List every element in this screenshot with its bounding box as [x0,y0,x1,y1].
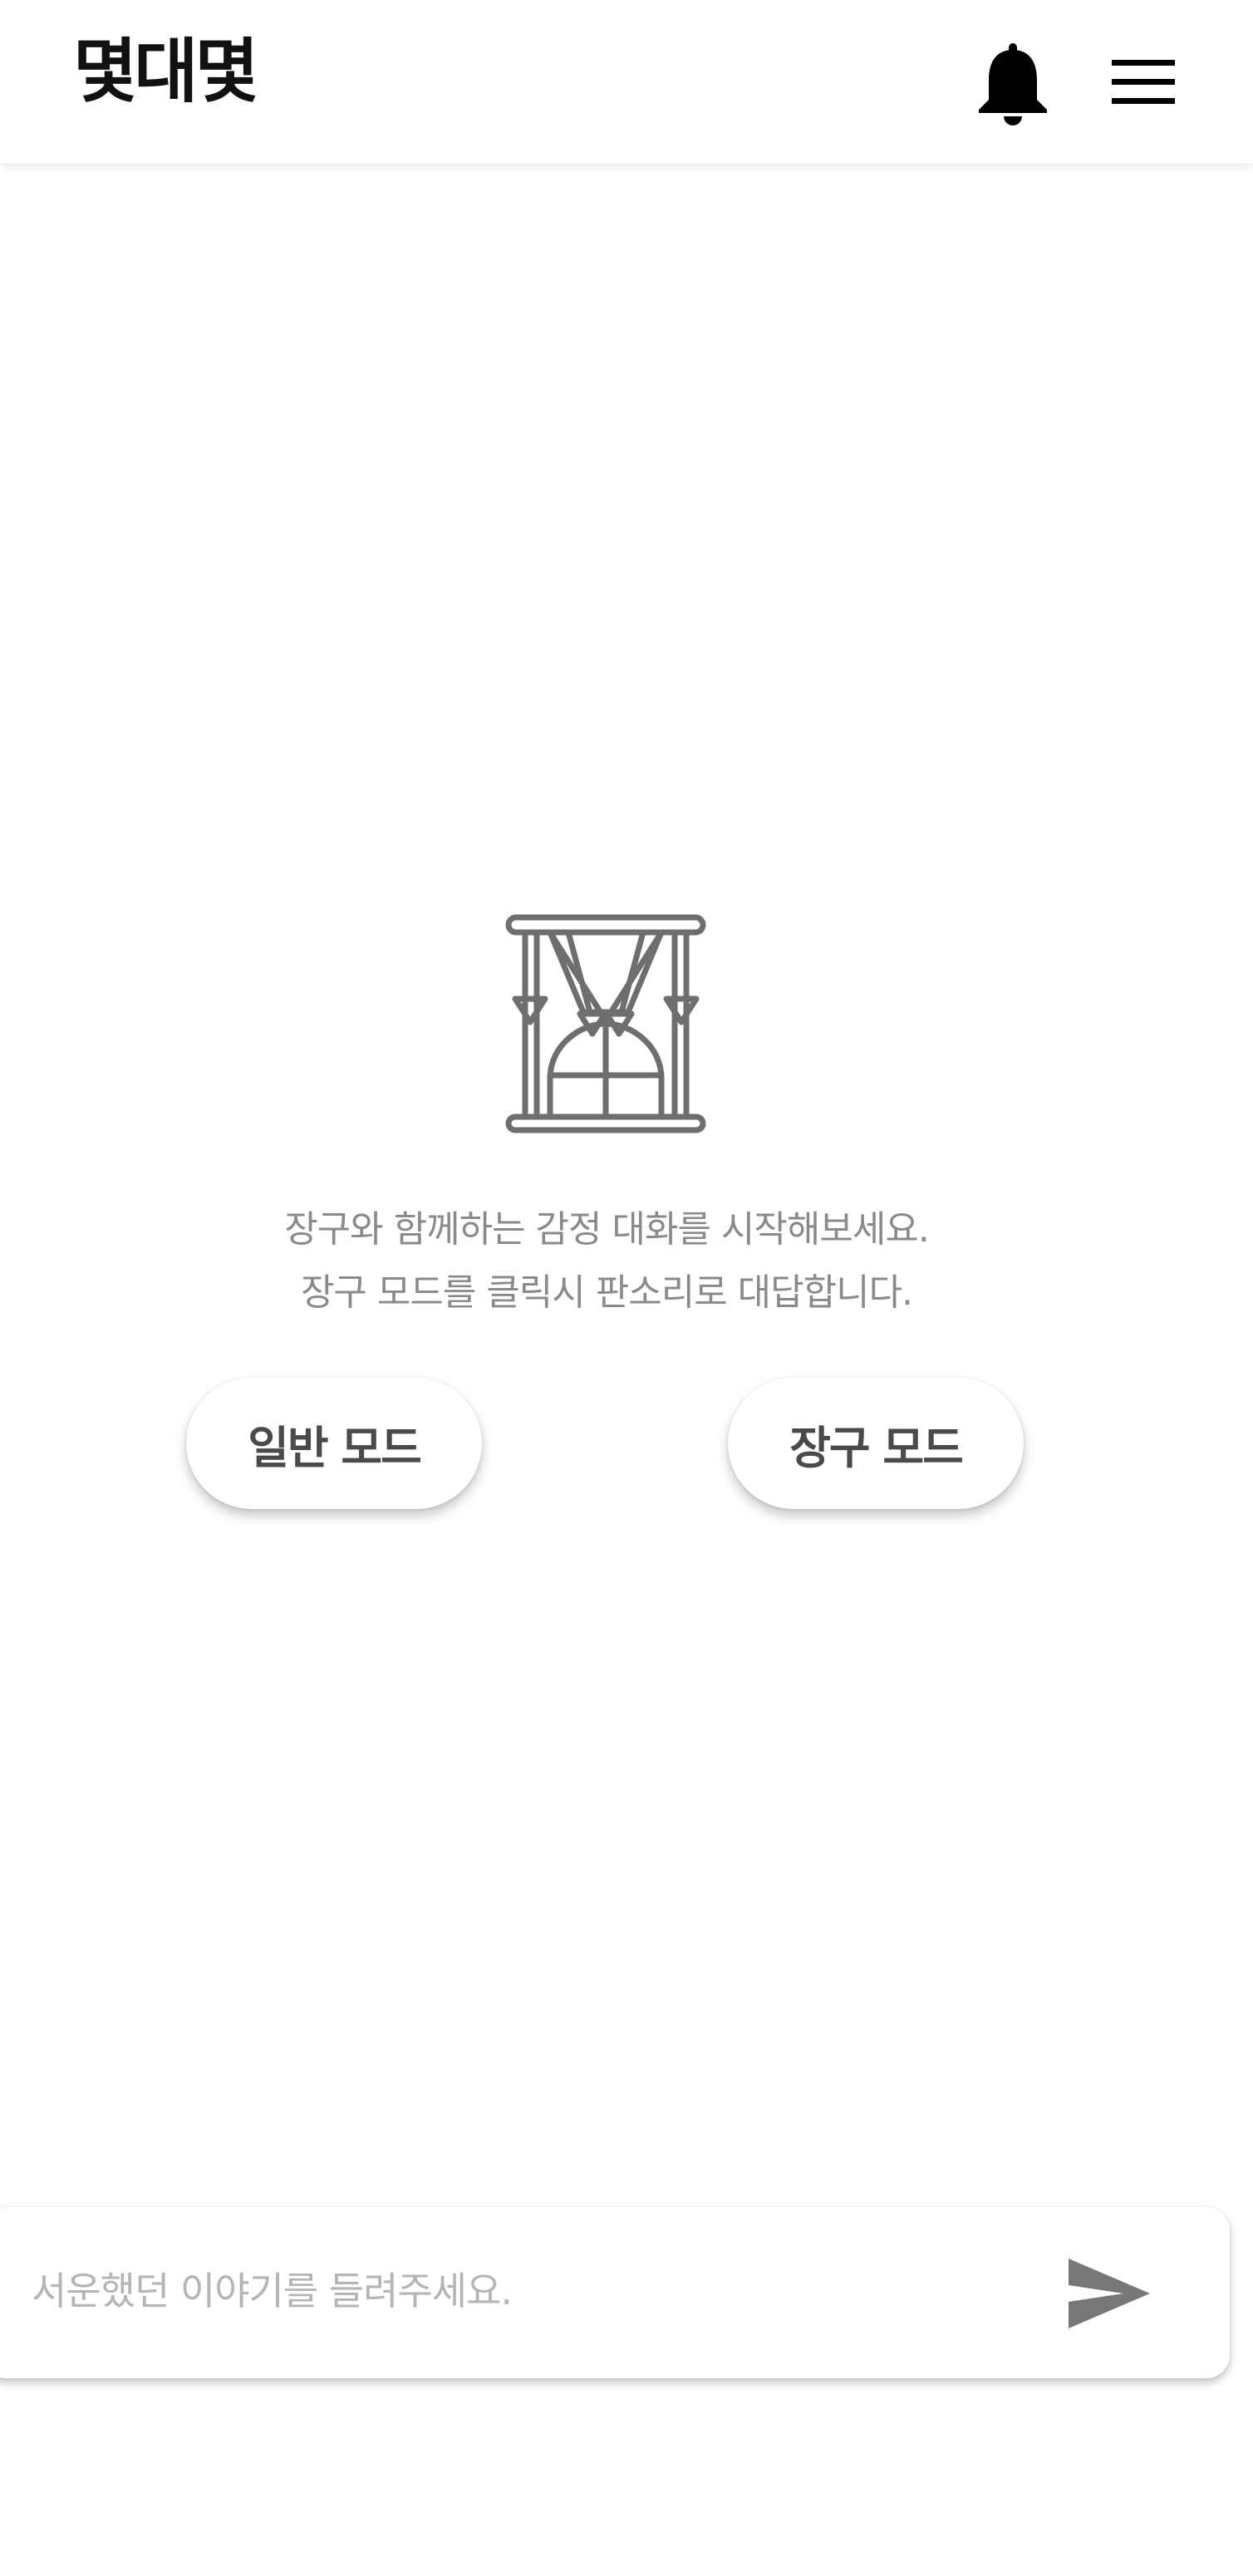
hamburger-menu-icon [1112,60,1175,104]
app-title: 몇대몇 [73,31,259,112]
intro-line: 장구 모드를 클릭시 판소리로 대답합니다. [300,1271,913,1314]
chat-input[interactable] [30,2240,1030,2342]
send-icon [1069,2259,1150,2328]
send-button[interactable] [1064,2252,1155,2335]
normal-mode-button[interactable]: 일반 모드 [186,1378,482,1509]
chat-composer [0,2207,1230,2378]
bell-icon [979,43,1047,125]
notification-button[interactable] [972,38,1054,126]
intro-text: 장구와 함께하는 감정 대화를 시작해보세요. 장구 모드를 클릭시 판소리로 … [0,1198,1213,1325]
menu-button[interactable] [1105,48,1182,115]
janggu-mode-button[interactable]: 장구 모드 [728,1378,1024,1509]
intro-line: 장구와 함께하는 감정 대화를 시작해보세요. [284,1208,930,1251]
app-header: 몇대몇 [0,0,1253,165]
app-page: 몇대몇 장구와 함께하는 감정 대화를 시작해보세요. 장구 모드를 클릭시 판… [0,0,1253,2576]
janggu-drum-icon [504,912,708,1135]
